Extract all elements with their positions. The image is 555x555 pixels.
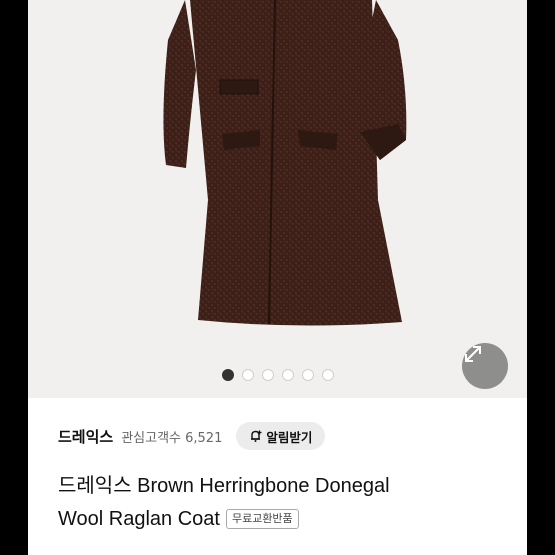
notify-button[interactable]: 알림받기 [236, 422, 326, 450]
store-name[interactable]: 드레익스 [58, 426, 113, 447]
product-image-carousel[interactable] [28, 0, 527, 398]
carousel-dot[interactable] [321, 369, 334, 381]
product-page: 드레익스 관심고객수 6,521 알림받기 드레익스 Brown Herring… [28, 0, 527, 555]
product-title-line2-wrap: Wool Raglan Coat 무료교환반품 [58, 503, 518, 536]
carousel-dot[interactable] [241, 369, 254, 381]
carousel-dot[interactable] [221, 369, 234, 381]
bell-plus-icon [251, 430, 262, 442]
expand-arrows-icon [465, 346, 481, 362]
product-title-line2: Wool Raglan Coat [58, 508, 220, 530]
carousel-indicators [28, 369, 527, 383]
product-title: 드레익스 Brown Herringbone Donegal Wool Ragl… [58, 470, 518, 536]
product-title-line1: 드레익스 Brown Herringbone Donegal [58, 475, 390, 497]
carousel-dot[interactable] [261, 369, 274, 381]
store-row: 드레익스 관심고객수 6,521 알림받기 [58, 422, 518, 450]
carousel-dot[interactable] [281, 369, 294, 381]
coat-image [163, 0, 407, 326]
free-return-badge: 무료교환반품 [225, 509, 299, 529]
carousel-dot[interactable] [301, 369, 314, 381]
notify-button-label: 알림받기 [266, 429, 313, 445]
followers-count: 관심고객수 6,521 [121, 430, 223, 446]
